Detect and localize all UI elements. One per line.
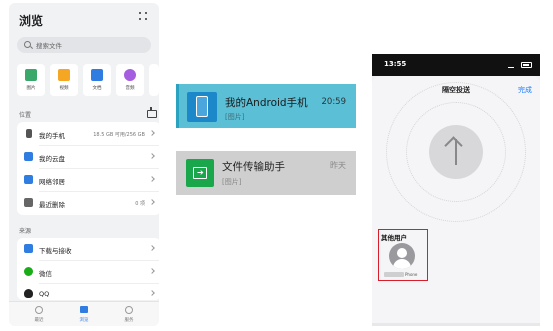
storage-cleanup-icon[interactable] (147, 107, 157, 118)
category-documents[interactable]: 文档 (83, 64, 111, 96)
tab-browse[interactable]: 浏览 (69, 305, 99, 325)
chat-item-android-phone[interactable]: 我的Android手机 [图片] 20:59 (176, 84, 356, 128)
other-users-label: 其他用户 (381, 234, 407, 242)
chevron-right-icon (149, 290, 155, 296)
row-label: 我的手机 (39, 132, 65, 140)
status-time: 13:55 (384, 60, 407, 68)
service-icon (125, 306, 133, 314)
document-icon (91, 69, 103, 81)
chevron-right-icon (149, 153, 155, 159)
chat-item-file-transfer[interactable]: ➔ 文件传输助手 [图片] 昨天 (176, 151, 356, 195)
category-label: 文档 (92, 86, 102, 91)
category-more[interactable] (149, 64, 159, 96)
search-input[interactable]: 搜索文件 (17, 37, 151, 53)
clock-icon (35, 306, 43, 314)
wechat-icon (24, 267, 33, 276)
category-audio[interactable]: 音频 (116, 64, 144, 96)
source-wechat[interactable]: 微信 (17, 261, 159, 283)
row-label: 微信 (39, 270, 52, 278)
folder-icon (80, 306, 88, 313)
tab-recent[interactable]: 最近 (24, 305, 54, 325)
tab-label: 浏览 (79, 318, 89, 323)
network-icon (24, 175, 33, 184)
location-my-phone[interactable]: 我的手机 18.5 GB 可用/256 GB (17, 123, 159, 145)
airdrop-send-circle[interactable] (429, 125, 483, 179)
category-videos[interactable]: 视频 (50, 64, 78, 96)
location-my-cloud[interactable]: 我的云盘 (17, 146, 159, 168)
other-users-highlight[interactable]: 其他用户 Phone (378, 229, 428, 281)
redacted-name (384, 272, 404, 277)
file-transfer-icon: ➔ (186, 159, 214, 187)
sources-section-label: 来源 (19, 228, 32, 235)
storage-value: 18.5 GB 可用/256 GB (93, 132, 145, 138)
chat-name: 文件传输助手 (222, 161, 285, 173)
source-downloads[interactable]: 下载与接收 (17, 238, 159, 260)
category-label: 视频 (59, 86, 69, 91)
trash-icon (24, 198, 33, 207)
chevron-right-icon (149, 245, 155, 251)
deleted-count: 0 项 (135, 201, 145, 207)
tab-services[interactable]: 服务 (114, 305, 144, 325)
download-icon (24, 244, 33, 253)
selected-indicator (176, 84, 179, 128)
android-phone-icon (187, 92, 217, 122)
status-icons (508, 62, 532, 68)
phone-icon (26, 129, 32, 138)
chat-name: 我的Android手机 (225, 97, 308, 109)
chat-preview: [图片] (225, 113, 245, 121)
arrow-up-icon (444, 136, 463, 155)
chevron-right-icon (149, 130, 155, 136)
row-label: 网络邻居 (39, 178, 65, 186)
location-recently-deleted[interactable]: 最近删除 0 项 (17, 192, 159, 214)
file-browser-screen: 浏览 搜索文件 图片 视频 文档 音频 位置 我的手机 18.5 GB 可用/2… (9, 3, 159, 326)
battery-icon (521, 62, 532, 68)
qq-icon (24, 289, 33, 298)
done-button[interactable]: 完成 (518, 85, 532, 95)
category-label: 音频 (125, 86, 135, 91)
more-options-icon[interactable] (139, 12, 147, 20)
row-label: 最近删除 (39, 201, 65, 209)
tab-label: 最近 (34, 318, 44, 323)
signal-icon (508, 63, 514, 68)
video-icon (58, 69, 70, 81)
tab-label: 服务 (124, 318, 134, 323)
locations-section-label: 位置 (19, 112, 32, 119)
airdrop-screen: 13:55 隔空投送 完成 其他用户 Phone (372, 54, 540, 326)
location-network[interactable]: 网络邻居 (17, 169, 159, 191)
chat-time: 20:59 (321, 97, 347, 107)
audio-icon (124, 69, 136, 81)
row-label: 下载与接收 (39, 247, 72, 255)
chevron-right-icon (149, 268, 155, 274)
category-label: 图片 (26, 86, 36, 91)
row-label: QQ (39, 290, 50, 298)
category-images[interactable]: 图片 (17, 64, 45, 96)
cloud-icon (24, 152, 33, 161)
search-placeholder: 搜索文件 (36, 42, 62, 50)
source-qq[interactable]: QQ (17, 284, 159, 300)
category-row: 图片 视频 文档 音频 (17, 64, 159, 96)
row-label: 我的云盘 (39, 155, 65, 163)
locations-card: 我的手机 18.5 GB 可用/256 GB 我的云盘 网络邻居 最近删除 0 … (17, 122, 159, 215)
avatar[interactable] (389, 243, 415, 269)
image-icon (25, 69, 37, 81)
sources-card: 下载与接收 微信 QQ (17, 238, 159, 300)
status-bar: 13:55 (372, 54, 540, 76)
search-icon (24, 41, 31, 48)
chevron-right-icon (149, 199, 155, 205)
chat-preview: [图片] (222, 178, 242, 186)
screenshot-collage: 浏览 搜索文件 图片 视频 文档 音频 位置 我的手机 18.5 GB 可用/2… (0, 0, 553, 331)
device-name: Phone (405, 272, 418, 277)
page-title: 浏览 (19, 14, 44, 28)
bottom-tab-bar: 最近 浏览 服务 (9, 301, 159, 326)
airdrop-sheet: 隔空投送 完成 其他用户 Phone (372, 76, 540, 326)
chevron-right-icon (149, 176, 155, 182)
chat-time: 昨天 (330, 161, 346, 170)
